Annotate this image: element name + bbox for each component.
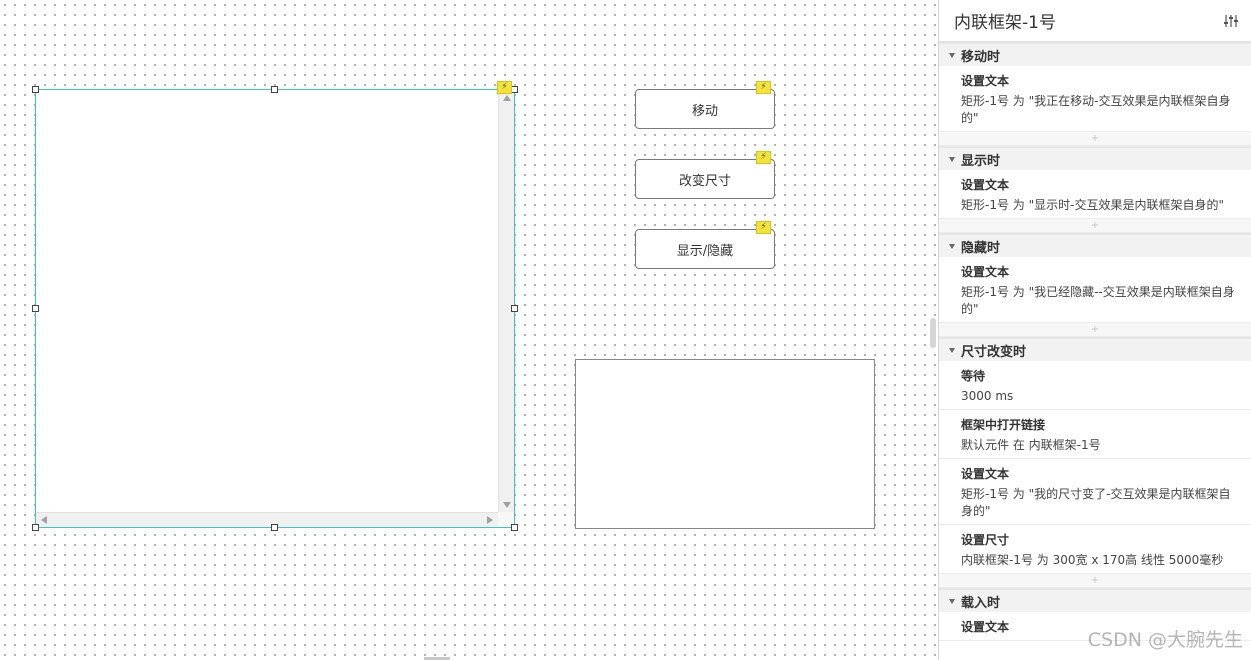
move-button-label: 移动 bbox=[691, 103, 718, 119]
action-item[interactable]: 等待 3000 ms bbox=[939, 361, 1251, 410]
resize-button-label: 改变尺寸 bbox=[678, 173, 731, 189]
action-name: 设置文本 bbox=[961, 74, 1010, 88]
action-name: 设置文本 bbox=[961, 265, 1010, 279]
add-action-button[interactable]: + bbox=[939, 132, 1251, 146]
scroll-right-arrow-icon[interactable] bbox=[487, 516, 493, 524]
caret-down-icon[interactable] bbox=[949, 598, 955, 604]
caret-down-icon[interactable] bbox=[949, 243, 955, 249]
action-name: 框架中打开链接 bbox=[961, 418, 1046, 432]
caret-down-icon[interactable] bbox=[949, 52, 955, 58]
action-detail: 矩形-1号 为 "我正在移动-交互效果是内联框架自身的" bbox=[961, 94, 1231, 125]
event-on-resize[interactable]: 尺寸改变时 bbox=[939, 337, 1251, 361]
event-on-show[interactable]: 显示时 bbox=[939, 146, 1251, 170]
event-on-load[interactable]: 载入时 bbox=[939, 588, 1251, 612]
action-item[interactable]: 设置文本 矩形-1号 为 "我的尺寸变了-交互效果是内联框架自身的" bbox=[939, 459, 1251, 525]
design-canvas[interactable]: ⚡ 移动 ⚡ 改变尺寸 ⚡ 显示/隐藏 ⚡ bbox=[0, 0, 938, 660]
resize-handle-bottom[interactable] bbox=[271, 524, 278, 531]
iframe-horizontal-scrollbar[interactable] bbox=[36, 512, 498, 527]
move-button[interactable]: 移动 bbox=[635, 89, 775, 129]
action-name: 设置尺寸 bbox=[961, 533, 1010, 547]
resize-button[interactable]: 改变尺寸 bbox=[635, 159, 775, 199]
resize-handle-top-right[interactable] bbox=[511, 86, 518, 93]
bolt-icon[interactable]: ⚡ bbox=[756, 221, 771, 234]
event-name: 尺寸改变时 bbox=[961, 344, 1027, 360]
panel-title: 内联框架-1号 bbox=[954, 13, 1056, 33]
panel-splitter-handle[interactable] bbox=[930, 318, 936, 348]
resize-handle-bottom-left[interactable] bbox=[32, 524, 39, 531]
watermark: CSDN @大腕先生 bbox=[1087, 629, 1243, 651]
action-name: 设置文本 bbox=[961, 467, 1010, 481]
action-detail: 矩形-1号 为 "我已经隐藏--交互效果是内联框架自身的" bbox=[961, 285, 1235, 316]
action-item[interactable]: 框架中打开链接 默认元件 在 内联框架-1号 bbox=[939, 410, 1251, 459]
action-detail: 默认元件 在 内联框架-1号 bbox=[961, 438, 1101, 452]
action-name: 等待 bbox=[961, 369, 986, 383]
caret-down-icon[interactable] bbox=[949, 347, 955, 353]
event-on-hide[interactable]: 隐藏时 bbox=[939, 233, 1251, 257]
event-name: 移动时 bbox=[961, 49, 1001, 65]
resize-handle-top[interactable] bbox=[271, 86, 278, 93]
event-name: 显示时 bbox=[961, 153, 1001, 169]
caret-down-icon[interactable] bbox=[949, 156, 955, 162]
interactions-panel: 内联框架-1号 移动时 设置文本 矩形-1号 为 "我正在移动-交互效果是内联框… bbox=[938, 0, 1251, 660]
event-on-move[interactable]: 移动时 bbox=[939, 42, 1251, 66]
scroll-left-arrow-icon[interactable] bbox=[41, 516, 47, 524]
rectangle-widget[interactable] bbox=[575, 359, 875, 529]
action-item[interactable]: 设置文本 矩形-1号 为 "显示时-交互效果是内联框架自身的" bbox=[939, 170, 1251, 219]
iframe-vertical-scrollbar[interactable] bbox=[498, 90, 514, 513]
resize-handle-top-left[interactable] bbox=[32, 86, 39, 93]
bolt-icon[interactable]: ⚡ bbox=[756, 81, 771, 94]
action-name: 设置文本 bbox=[961, 178, 1010, 192]
action-item[interactable]: 设置尺寸 内联框架-1号 为 300宽 x 170高 线性 5000毫秒 bbox=[939, 525, 1251, 574]
resize-handle-left[interactable] bbox=[32, 305, 39, 312]
event-name: 隐藏时 bbox=[961, 240, 1001, 256]
action-detail: 3000 ms bbox=[961, 389, 1014, 403]
resize-handle-bottom-right[interactable] bbox=[511, 524, 518, 531]
settings-sliders-icon[interactable] bbox=[1223, 13, 1239, 29]
action-item[interactable]: 设置文本 矩形-1号 为 "我正在移动-交互效果是内联框架自身的" bbox=[939, 66, 1251, 132]
panel-header: 内联框架-1号 bbox=[939, 0, 1251, 42]
add-action-button[interactable]: + bbox=[939, 219, 1251, 233]
action-detail: 矩形-1号 为 "我的尺寸变了-交互效果是内联框架自身的" bbox=[961, 487, 1231, 518]
action-detail: 矩形-1号 为 "显示时-交互效果是内联框架自身的" bbox=[961, 198, 1224, 212]
add-action-button[interactable]: + bbox=[939, 574, 1251, 588]
event-name: 载入时 bbox=[961, 595, 1001, 611]
bolt-icon[interactable]: ⚡ bbox=[756, 151, 771, 164]
inline-frame-widget[interactable] bbox=[35, 89, 515, 528]
bolt-icon[interactable]: ⚡ bbox=[497, 81, 512, 94]
action-item[interactable]: 设置文本 矩形-1号 为 "我已经隐藏--交互效果是内联框架自身的" bbox=[939, 257, 1251, 323]
resize-handle-right[interactable] bbox=[511, 305, 518, 312]
scroll-down-arrow-icon[interactable] bbox=[503, 502, 511, 508]
add-action-button[interactable]: + bbox=[939, 323, 1251, 337]
scroll-up-arrow-icon[interactable] bbox=[503, 95, 511, 101]
show-hide-button[interactable]: 显示/隐藏 bbox=[635, 229, 775, 269]
action-detail: 内联框架-1号 为 300宽 x 170高 线性 5000毫秒 bbox=[961, 553, 1224, 567]
show-hide-button-label: 显示/隐藏 bbox=[676, 243, 734, 259]
